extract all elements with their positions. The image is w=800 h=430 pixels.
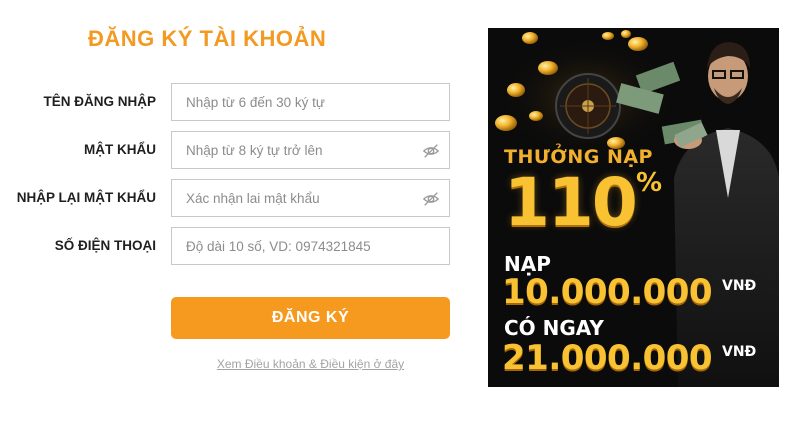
username-field[interactable]: [171, 83, 450, 121]
deposit-amount: 10.000.000: [502, 272, 713, 312]
confirm-password-input[interactable]: [172, 180, 416, 216]
phone-field[interactable]: [171, 227, 450, 265]
username-input[interactable]: [172, 84, 416, 120]
receive-label: CÓ NGAY: [504, 316, 604, 340]
phone-input[interactable]: [172, 228, 416, 264]
password-input[interactable]: [172, 132, 416, 168]
roulette-wheel-image: [555, 73, 621, 139]
receive-currency: VNĐ: [722, 344, 757, 360]
eye-hidden-icon[interactable]: [422, 142, 440, 160]
username-label: TÊN ĐĂNG NHẬP: [43, 94, 156, 109]
confirm-password-label: NHẬP LẠI MẬT KHẨU: [16, 190, 156, 205]
promo-banner[interactable]: THƯỞNG NẠP 110 % NẠP 10.000.000 VNĐ CÓ N…: [488, 28, 779, 387]
page-title: ĐĂNG KÝ TÀI KHOẢN: [88, 26, 327, 51]
password-field[interactable]: [171, 131, 450, 169]
phone-label: SỐ ĐIỆN THOẠI: [54, 238, 156, 253]
receive-amount: 21.000.000: [502, 338, 713, 378]
deposit-currency: VNĐ: [722, 278, 757, 294]
password-label: MẬT KHẨU: [84, 142, 156, 157]
bonus-value: 110: [504, 164, 638, 241]
confirm-password-field[interactable]: [171, 179, 450, 217]
register-button[interactable]: ĐĂNG KÝ: [171, 297, 450, 339]
eye-hidden-icon[interactable]: [422, 190, 440, 208]
terms-link[interactable]: Xem Điều khoản & Điều kiện ở đây: [171, 357, 450, 371]
bonus-unit: %: [636, 168, 663, 198]
